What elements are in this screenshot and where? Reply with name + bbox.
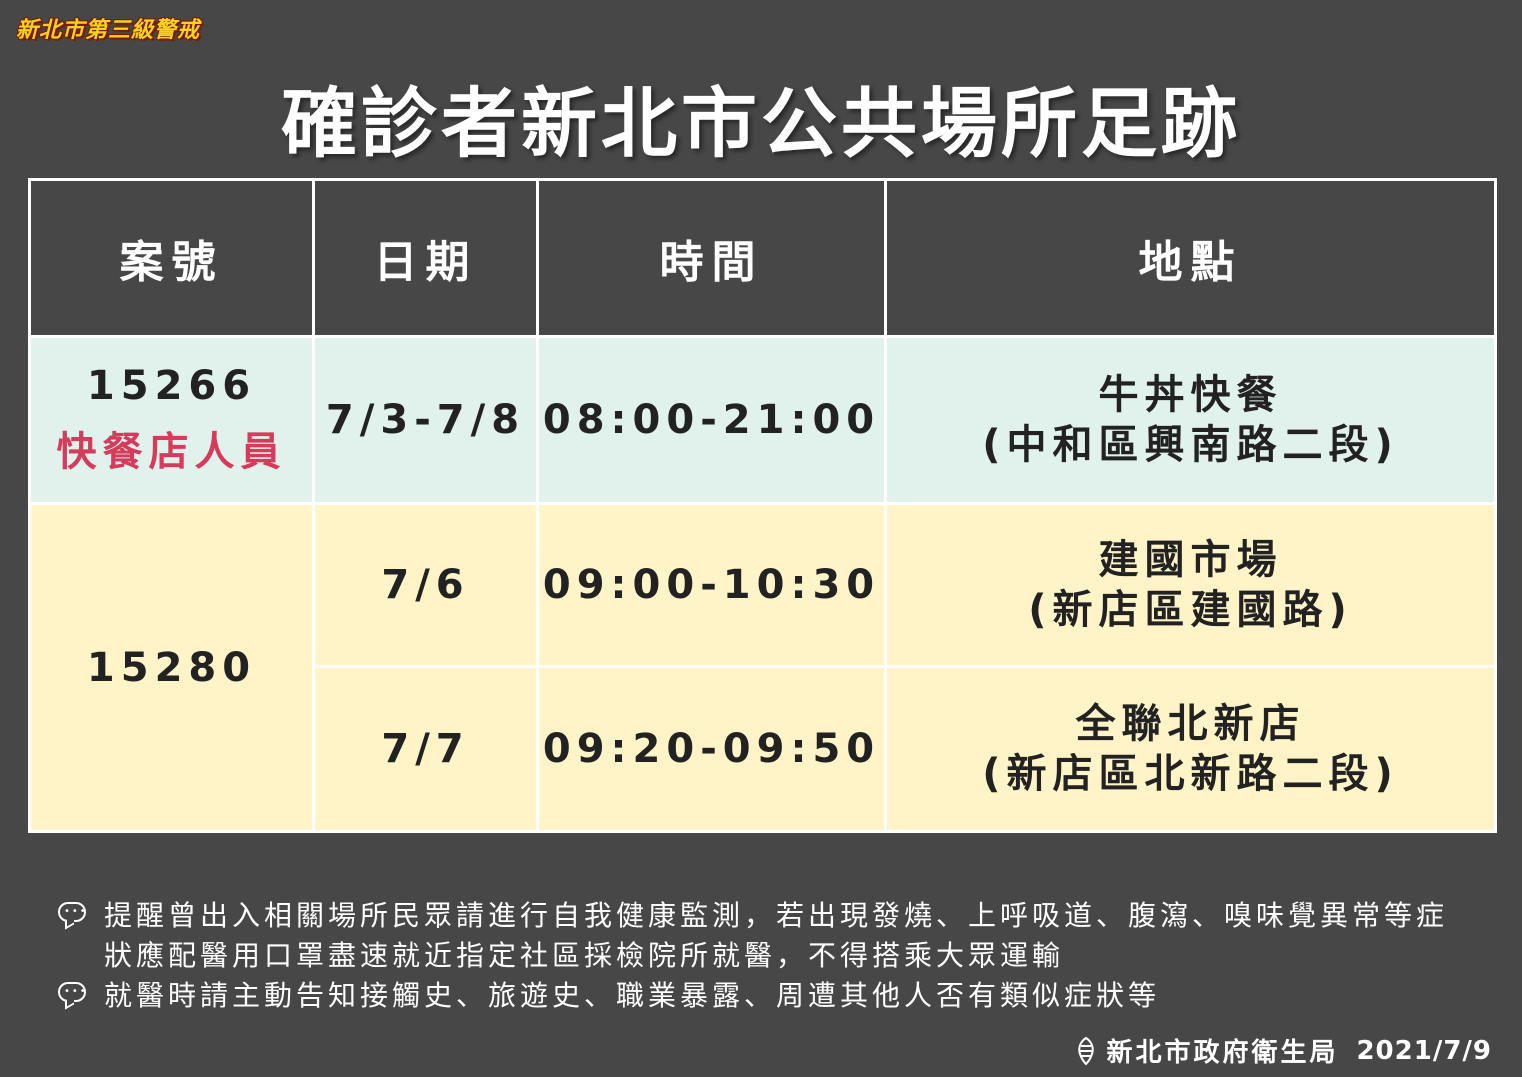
time-cell: 09:20-09:50	[536, 665, 887, 833]
chat-bubble-icon: •••	[58, 982, 90, 1010]
case-cell: 15280	[28, 502, 315, 833]
note-item: ••• 提醒曾出入相關場所民眾請進行自我健康監測，若出現發燒、上呼吸道、腹瀉、嗅…	[58, 896, 1478, 976]
time-value: 09:20-09:50	[542, 726, 881, 772]
footer-date: 2021/7/9	[1356, 1035, 1492, 1066]
case-tag: 快餐店人員	[56, 429, 287, 475]
header-date: 日期	[312, 178, 539, 338]
place-cell: 全聯北新店 (新店區北新路二段)	[884, 665, 1497, 833]
place-cell: 牛丼快餐 (中和區興南路二段)	[884, 335, 1497, 505]
header-place: 地點	[884, 178, 1497, 338]
table-header-row: 案號 日期 時間 地點	[28, 178, 1497, 338]
time-value: 09:00-10:30	[542, 562, 881, 608]
time-value: 08:00-21:00	[542, 397, 881, 443]
footer-org: 新北市政府衛生局	[1106, 1038, 1339, 1068]
header-case: 案號	[28, 178, 315, 338]
footprint-table: 案號 日期 時間 地點 15266 快餐店人員 7/3-7/8 08:00-21…	[28, 178, 1497, 833]
note-text: 就醫時請主動告知接觸史、旅遊史、職業暴露、周遭其他人否有類似症狀等	[104, 979, 1161, 1012]
place-name: 全聯北新店	[1075, 701, 1306, 747]
page-title: 確診者新北市公共場所足跡	[281, 79, 1241, 168]
notes-section: ••• 提醒曾出入相關場所民眾請進行自我健康監測，若出現發燒、上呼吸道、腹瀉、嗅…	[58, 896, 1478, 1016]
chat-bubble-icon: •••	[58, 902, 90, 930]
case-number: 15280	[86, 644, 257, 691]
footer: 新北市政府衛生局 2021/7/9	[1072, 1032, 1492, 1069]
case-cell: 15266 快餐店人員	[28, 335, 315, 505]
health-bureau-logo-icon	[1078, 1036, 1095, 1065]
alert-level-badge: 新北市第三級警戒	[16, 18, 201, 43]
note-item: ••• 就醫時請主動告知接觸史、旅遊史、職業暴露、周遭其他人否有類似症狀等	[58, 976, 1478, 1016]
place-cell: 建國市場 (新店區建國路)	[884, 502, 1497, 668]
case-number: 15266	[86, 363, 257, 409]
note-text: 提醒曾出入相關場所民眾請進行自我健康監測，若出現發燒、上呼吸道、腹瀉、嗅味覺異常…	[104, 899, 1449, 972]
date-value: 7/6	[381, 562, 470, 608]
time-cell: 09:00-10:30	[536, 502, 887, 668]
place-address: (新店區北新路二段)	[982, 751, 1399, 797]
place-address: (中和區興南路二段)	[982, 422, 1399, 468]
date-cell: 7/6	[312, 502, 539, 668]
place-address: (新店區建國路)	[1028, 587, 1353, 633]
date-cell: 7/7	[312, 665, 539, 833]
date-cell: 7/3-7/8	[312, 335, 539, 505]
place-name: 牛丼快餐	[1098, 372, 1283, 418]
time-cell: 08:00-21:00	[536, 335, 887, 505]
table-row: 15266 快餐店人員 7/3-7/8 08:00-21:00 牛丼快餐 (中和…	[28, 335, 1497, 505]
date-value: 7/3-7/8	[325, 397, 526, 443]
place-name: 建國市場	[1098, 537, 1283, 583]
date-value: 7/7	[381, 726, 470, 772]
table-row: 15280 7/6 09:00-10:30 建國市場 (新店區建國路)	[28, 502, 1497, 833]
header-time: 時間	[536, 178, 887, 338]
